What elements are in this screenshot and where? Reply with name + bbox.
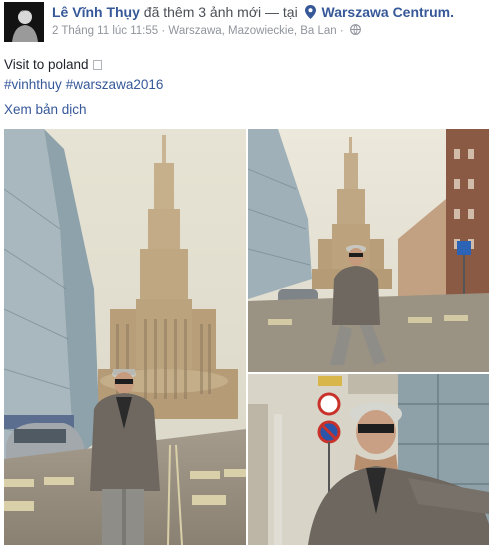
meta-dot: · <box>339 25 344 37</box>
map-pin-icon <box>304 5 316 19</box>
caption-text: Visit to poland <box>4 57 89 72</box>
see-translation-link[interactable]: Xem bản dịch <box>4 101 87 119</box>
post-header: Lê Vĩnh Thụy đã thêm 3 ảnh mới — tại War… <box>52 3 488 21</box>
author-name-link[interactable]: Lê Vĩnh Thụy <box>52 4 140 20</box>
globe-icon[interactable] <box>350 24 361 35</box>
post-photo-main[interactable] <box>4 129 246 545</box>
location-separator: — tại <box>265 4 298 20</box>
hashtag-link[interactable]: #warszawa2016 <box>66 77 164 92</box>
post-timestamp[interactable]: 2 Tháng 11 lúc 11:55 <box>52 25 158 37</box>
meta-dot: · <box>161 25 166 37</box>
hashtag-link[interactable]: #vinhthuy <box>4 77 62 92</box>
post-caption: Visit to poland <box>4 56 102 74</box>
post-photo-2[interactable] <box>248 129 489 372</box>
author-avatar[interactable] <box>4 2 44 42</box>
post-hashtags: #vinhthuy #warszawa2016 <box>4 76 167 94</box>
place-detail-link[interactable]: Warszawa, Mazowieckie, Ba Lan <box>168 25 336 37</box>
post-action-text: đã thêm 3 ảnh mới <box>143 4 262 20</box>
post-photo-3[interactable] <box>248 374 489 545</box>
emoji-placeholder-icon <box>92 60 102 70</box>
post-meta: 2 Tháng 11 lúc 11:55 · Warszawa, Mazowie… <box>52 24 361 38</box>
feed-post: Lê Vĩnh Thụy đã thêm 3 ảnh mới — tại War… <box>0 0 492 545</box>
location-link[interactable]: Warszawa Centrum. <box>322 4 455 20</box>
